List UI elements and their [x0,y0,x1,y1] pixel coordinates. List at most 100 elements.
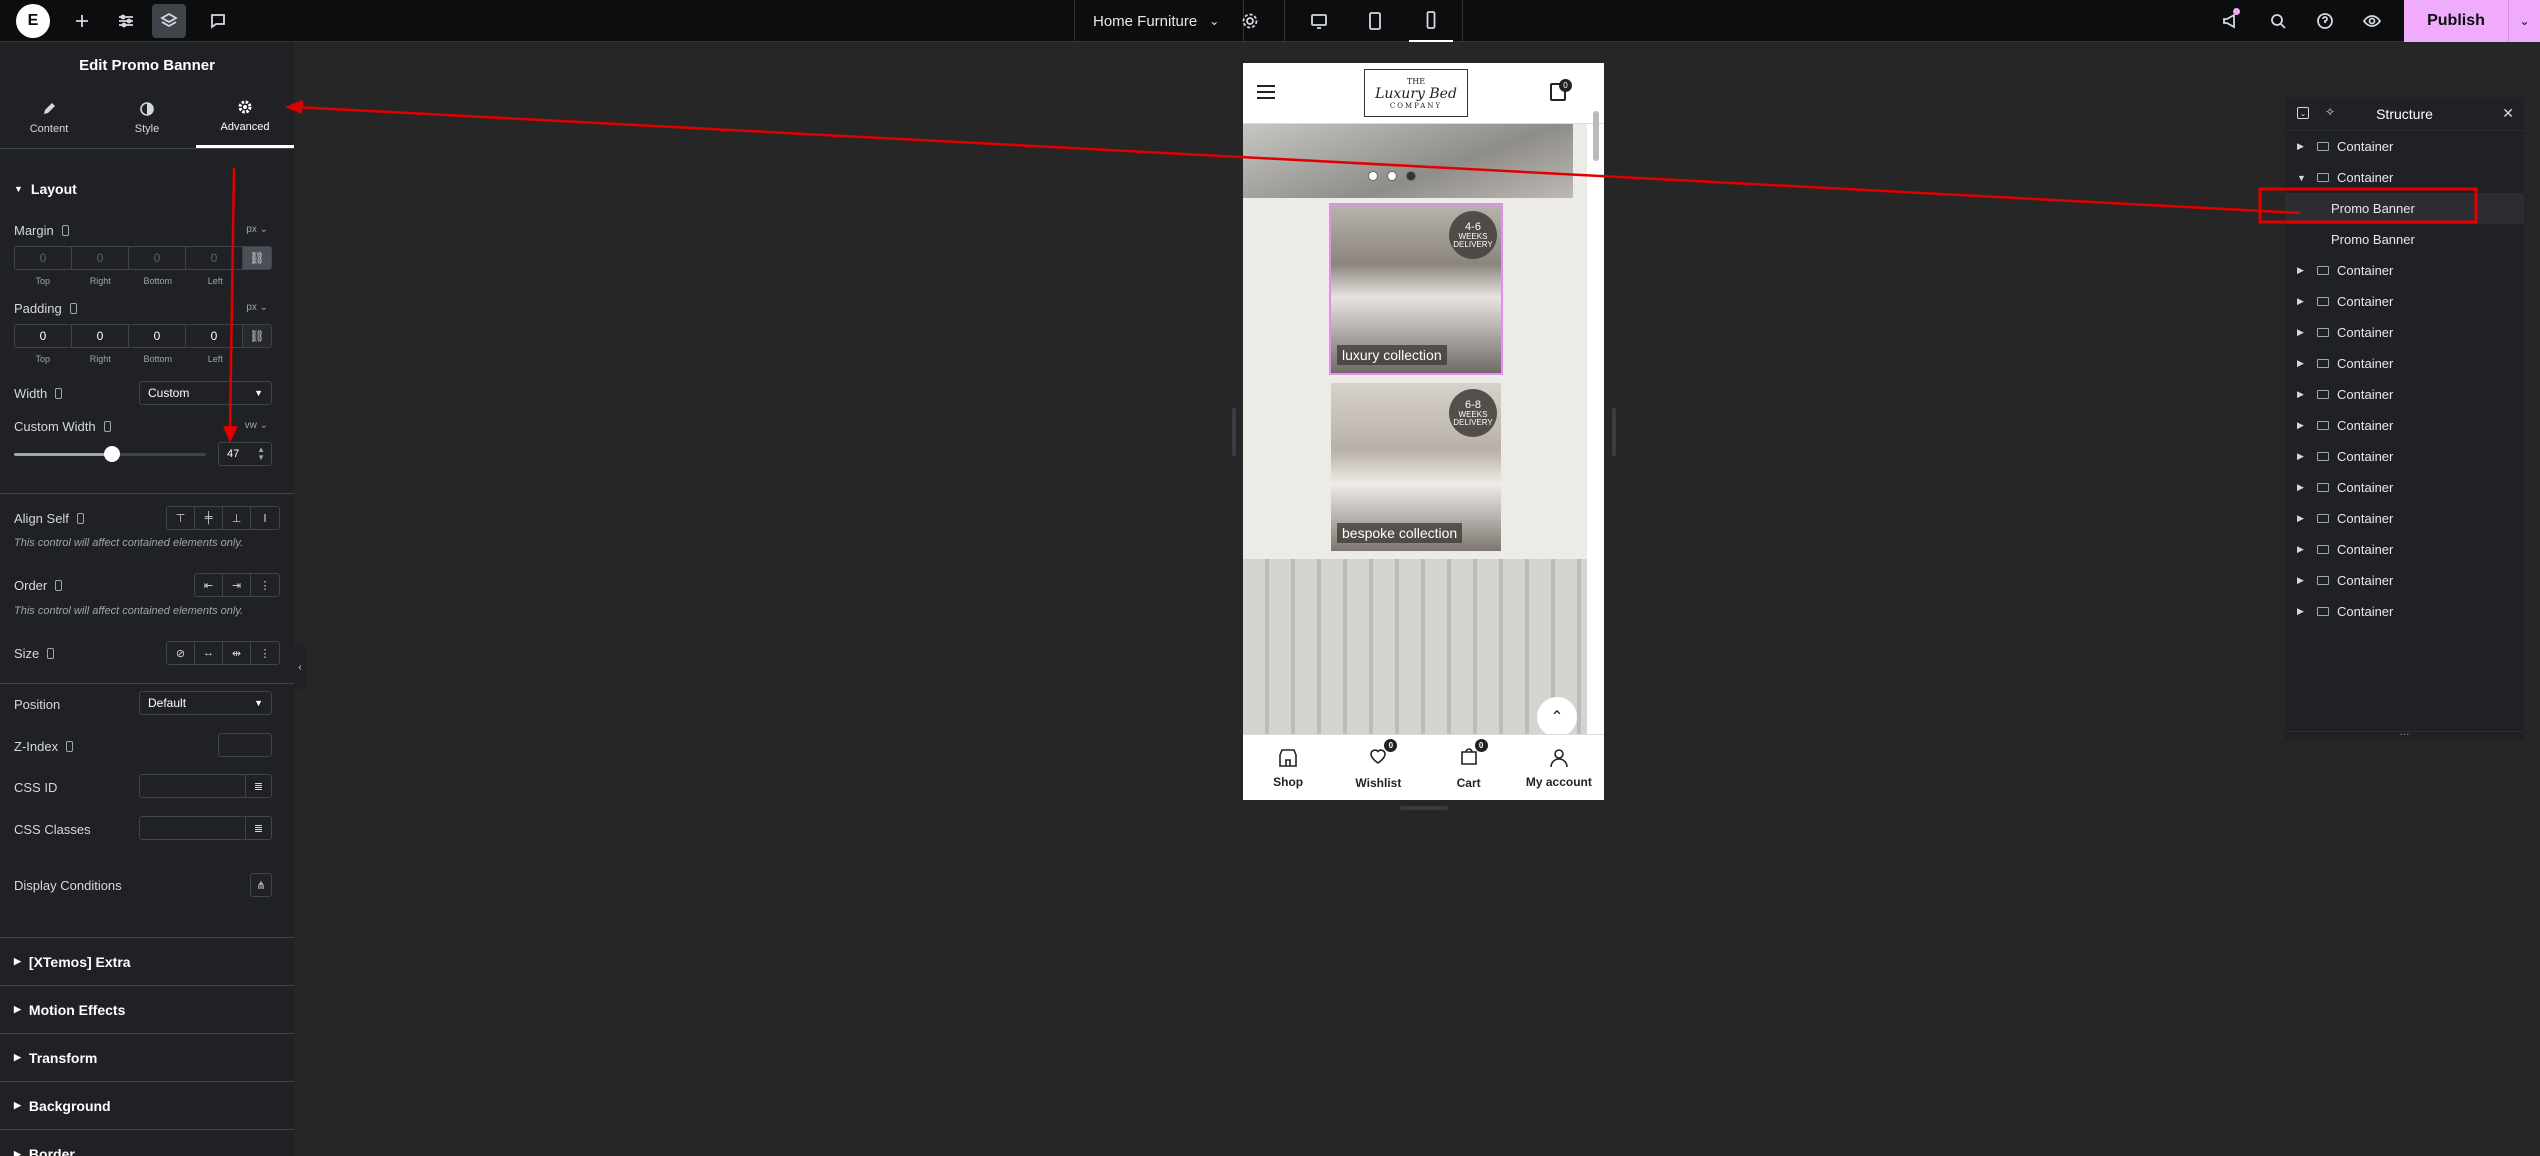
caret-right-icon[interactable]: ▶ [2297,575,2311,586]
padding-top-input[interactable]: 0 [15,325,72,347]
align-start-icon[interactable]: ⊤ [167,507,195,529]
link-values-icon[interactable]: ⛓ [243,325,271,347]
caret-right-icon[interactable]: ▶ [2297,296,2311,307]
preview-eye-icon[interactable] [2350,0,2394,42]
desktop-view-icon[interactable] [1297,0,1341,42]
caret-right-icon[interactable]: ▶ [2297,544,2311,555]
margin-right-input[interactable]: 0 [72,247,129,269]
responsive-device-icon[interactable] [61,225,69,236]
structure-item-promo-banner[interactable]: Promo Banner [2285,224,2524,255]
align-stretch-icon[interactable]: Ⅰ [251,507,279,529]
caret-right-icon[interactable]: ▶ [2297,482,2311,493]
structure-item-container[interactable]: ▶ Container [2285,286,2524,317]
custom-width-slider-track[interactable] [14,446,206,462]
resize-handle-right[interactable] [1612,408,1616,456]
responsive-device-icon[interactable] [47,648,55,659]
padding-unit-select[interactable]: px ⌄ [246,302,268,313]
css-id-input[interactable]: ≣ [139,774,272,798]
order-start-icon[interactable]: ⇤ [195,574,223,596]
slider-dot-active[interactable] [1406,171,1416,181]
resize-handle-bottom[interactable] [1400,806,1448,810]
bottom-nav-cart[interactable]: 0 Cart [1424,735,1514,800]
structure-item-container[interactable]: ▶ Container [2285,596,2524,627]
structure-layers-icon[interactable] [152,4,186,38]
display-conditions-icon[interactable]: ⋔ [250,873,272,897]
notifications-megaphone-icon[interactable] [2208,0,2252,42]
responsive-device-icon[interactable] [55,388,63,399]
caret-right-icon[interactable]: ▶ [2297,606,2311,617]
link-values-icon[interactable]: ⛓ [243,247,271,269]
close-icon[interactable]: ✕ [2502,105,2514,122]
caret-right-icon[interactable]: ▶ [2297,358,2311,369]
align-end-icon[interactable]: ⊥ [223,507,251,529]
stepper-icon[interactable]: ▲ ▼ [257,446,265,462]
position-select[interactable]: Default ▼ [139,691,272,715]
z-index-input[interactable] [218,733,272,757]
structure-item-container[interactable]: ▶ Container [2285,410,2524,441]
bottom-nav-account[interactable]: My account [1514,735,1604,800]
section-motion-effects[interactable]: ▶ Motion Effects [0,985,294,1033]
caret-right-icon[interactable]: ▶ [2297,389,2311,400]
publish-options-chevron-icon[interactable]: ⌄ [2508,0,2540,42]
custom-width-input[interactable]: 47 ▲ ▼ [218,442,272,466]
tab-content[interactable]: Content [0,87,98,148]
caret-right-icon[interactable]: ▶ [2297,141,2311,152]
slider-dot[interactable] [1368,171,1378,181]
structure-item-container[interactable]: ▶ Container [2285,441,2524,472]
padding-right-input[interactable]: 0 [72,325,129,347]
bottom-nav-shop[interactable]: Shop [1243,735,1333,800]
section-background[interactable]: ▶ Background [0,1081,294,1129]
structure-item-promo-banner[interactable]: Promo Banner [2285,193,2524,224]
comments-icon[interactable] [196,0,240,42]
structure-item-container[interactable]: ▶ Container [2285,348,2524,379]
order-end-icon[interactable]: ⇥ [223,574,251,596]
promo-banner-luxury[interactable]: 4-6 WEEKS DELIVERY luxury collection [1329,203,1503,375]
more-options-icon[interactable]: ⋮ [251,642,279,664]
responsive-device-icon[interactable] [76,513,84,524]
page-settings-gear-icon[interactable] [1228,0,1272,42]
caret-right-icon[interactable]: ▶ [2297,513,2311,524]
structure-item-container[interactable]: ▶ Container [2285,503,2524,534]
hamburger-menu-icon[interactable] [1257,85,1275,99]
caret-down-icon[interactable]: ▼ [2297,173,2311,183]
elementor-logo-button[interactable]: E [16,4,50,38]
search-icon[interactable] [2256,0,2300,42]
structure-item-container[interactable]: ▶ Container [2285,534,2524,565]
publish-button[interactable]: Publish [2404,0,2508,42]
responsive-device-icon[interactable] [66,741,74,752]
padding-bottom-input[interactable]: 0 [129,325,186,347]
size-shrink-icon[interactable]: ⇹ [223,642,251,664]
css-classes-input[interactable]: ≣ [139,816,272,840]
collapse-panel-handle[interactable]: ‹ [294,645,306,689]
structure-item-container[interactable]: ▶ Container [2285,565,2524,596]
more-options-icon[interactable]: ⋮ [251,574,279,596]
section-transform[interactable]: ▶ Transform [0,1033,294,1081]
margin-unit-select[interactable]: px ⌄ [246,224,268,235]
structure-item-container[interactable]: ▶ Container [2285,317,2524,348]
tablet-view-icon[interactable] [1353,0,1397,42]
structure-item-container[interactable]: ▶ Container [2285,472,2524,503]
add-element-icon[interactable] [60,0,104,42]
document-title-dropdown[interactable]: Home Furniture ⌄ [1074,0,1244,42]
responsive-device-icon[interactable] [103,421,111,432]
site-logo[interactable]: THE Luxury Bed COMPANY [1364,69,1468,117]
responsive-device-icon[interactable] [55,580,63,591]
size-none-icon[interactable]: ⊘ [167,642,195,664]
structure-item-container[interactable]: ▶ Container [2285,131,2524,162]
size-grow-icon[interactable]: ↔ [195,642,223,664]
width-select[interactable]: Custom ▼ [139,381,272,405]
mobile-view-icon[interactable] [1409,0,1453,42]
dynamic-tags-icon[interactable]: ≣ [245,817,271,839]
custom-width-unit-select[interactable]: vw ⌄ [245,420,268,431]
slider-dot[interactable] [1387,171,1397,181]
layout-section-header[interactable]: ▼ Layout [0,181,77,197]
structure-item-container[interactable]: ▼ Container [2285,162,2524,193]
caret-right-icon[interactable]: ▶ [2297,327,2311,338]
padding-left-input[interactable]: 0 [186,325,243,347]
preview-scrollbar[interactable] [1593,111,1599,161]
responsive-device-icon[interactable] [69,303,77,314]
help-icon[interactable] [2303,0,2347,42]
section-xtemos-extra[interactable]: ▶ [XTemos] Extra [0,937,294,985]
bottom-nav-wishlist[interactable]: 0 Wishlist [1333,735,1423,800]
scroll-to-top-button[interactable]: ⌃ [1537,697,1577,737]
